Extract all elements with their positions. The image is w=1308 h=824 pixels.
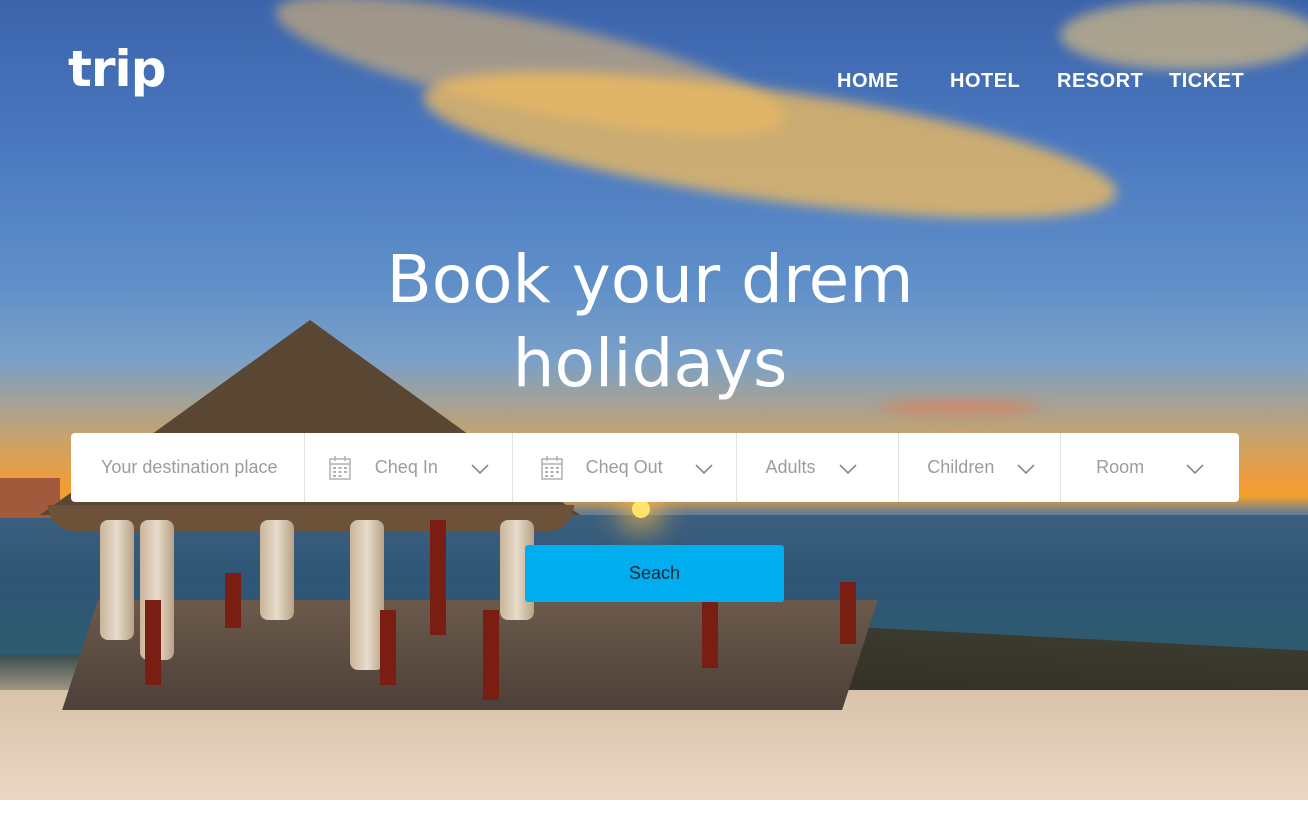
- logo[interactable]: trip: [68, 40, 166, 98]
- checkin-select[interactable]: Cheq In: [305, 433, 513, 502]
- post: [702, 600, 718, 668]
- children-label: Children: [927, 457, 995, 477]
- chevron-down-icon: [1186, 464, 1204, 475]
- search-button[interactable]: Seach: [525, 545, 784, 602]
- checkout-label: Cheq Out: [585, 457, 663, 477]
- room-label: Room: [1096, 457, 1145, 477]
- post: [380, 610, 396, 685]
- checkin-label: Cheq In: [374, 457, 438, 477]
- post: [840, 582, 856, 644]
- post: [483, 610, 499, 700]
- nav-hotel[interactable]: HOTEL: [950, 70, 1020, 93]
- nav-ticket[interactable]: TICKET: [1169, 70, 1244, 93]
- curtain: [100, 520, 134, 640]
- calendar-icon: [329, 456, 351, 480]
- sun: [632, 500, 650, 518]
- curtain: [350, 520, 384, 670]
- nav-home[interactable]: HOME: [837, 70, 899, 93]
- hero-headline: Book your drem holidays: [360, 238, 940, 406]
- headline-line-2: holidays: [512, 325, 788, 402]
- nav-resort[interactable]: RESORT: [1057, 70, 1143, 93]
- destination-field[interactable]: Your destination place: [71, 433, 305, 502]
- cloud: [1060, 0, 1308, 70]
- curtain: [260, 520, 294, 620]
- post: [145, 600, 161, 685]
- calendar-icon: [540, 456, 563, 480]
- adults-select[interactable]: Adults: [737, 433, 900, 502]
- headline-line-1: Book your drem: [386, 241, 914, 318]
- room-select[interactable]: Room: [1061, 433, 1239, 502]
- chevron-down-icon: [695, 464, 713, 475]
- post: [430, 520, 446, 635]
- booking-search-bar: Your destination place Cheq In Cheq Out …: [71, 433, 1239, 502]
- post: [225, 573, 241, 628]
- children-select[interactable]: Children: [899, 433, 1062, 502]
- chevron-down-icon: [471, 464, 489, 475]
- adults-label: Adults: [765, 457, 816, 477]
- chevron-down-icon: [839, 464, 858, 475]
- checkout-select[interactable]: Cheq Out: [513, 433, 738, 502]
- wooden-deck: [62, 600, 878, 710]
- chevron-down-icon: [1017, 464, 1035, 475]
- destination-placeholder: Your destination place: [101, 457, 278, 477]
